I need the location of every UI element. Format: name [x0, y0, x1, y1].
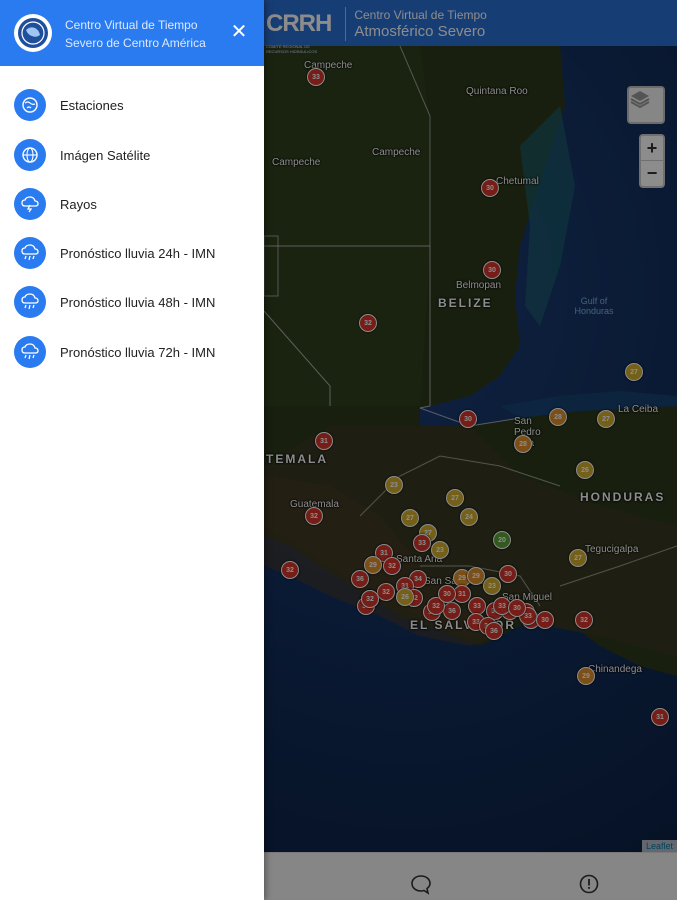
menu-item-label: Rayos — [60, 196, 97, 212]
menu-item-label: Pronóstico lluvia 72h - IMN — [60, 344, 216, 360]
menu-item-label: Pronóstico lluvia 24h - IMN — [60, 245, 216, 261]
navigation-drawer: Centro Virtual de Tiempo Severo de Centr… — [0, 0, 264, 900]
cloud-rain-icon — [14, 237, 46, 269]
menu-item-pronostico-48h[interactable]: Pronóstico lluvia 48h - IMN — [0, 282, 264, 322]
menu-item-pronostico-24h[interactable]: Pronóstico lluvia 24h - IMN — [0, 233, 264, 273]
drawer-scrim[interactable] — [264, 0, 677, 900]
menu-item-estaciones[interactable]: Estaciones — [0, 85, 264, 125]
menu-item-rayos[interactable]: Rayos — [0, 184, 264, 224]
cloud-rain-icon — [14, 286, 46, 318]
cloud-rain-icon — [14, 336, 46, 368]
globe-icon — [14, 89, 46, 121]
close-icon[interactable]: ✕ — [229, 22, 249, 42]
drawer-title: Centro Virtual de Tiempo Severo de Centr… — [65, 18, 206, 50]
menu-item-label: Pronóstico lluvia 48h - IMN — [60, 294, 216, 310]
drawer-header: Centro Virtual de Tiempo Severo de Centr… — [0, 0, 264, 66]
menu-item-label: Imágen Satélite — [60, 147, 151, 163]
menu-item-pronostico-72h[interactable]: Pronóstico lluvia 72h - IMN — [0, 332, 264, 372]
globe-logo-icon — [18, 18, 48, 48]
satellite-globe-icon — [14, 139, 46, 171]
menu-item-label: Estaciones — [60, 97, 124, 113]
app-logo — [14, 14, 52, 52]
menu-item-imagen-satelite[interactable]: Imágen Satélite — [0, 135, 264, 175]
cloud-lightning-icon — [14, 188, 46, 220]
